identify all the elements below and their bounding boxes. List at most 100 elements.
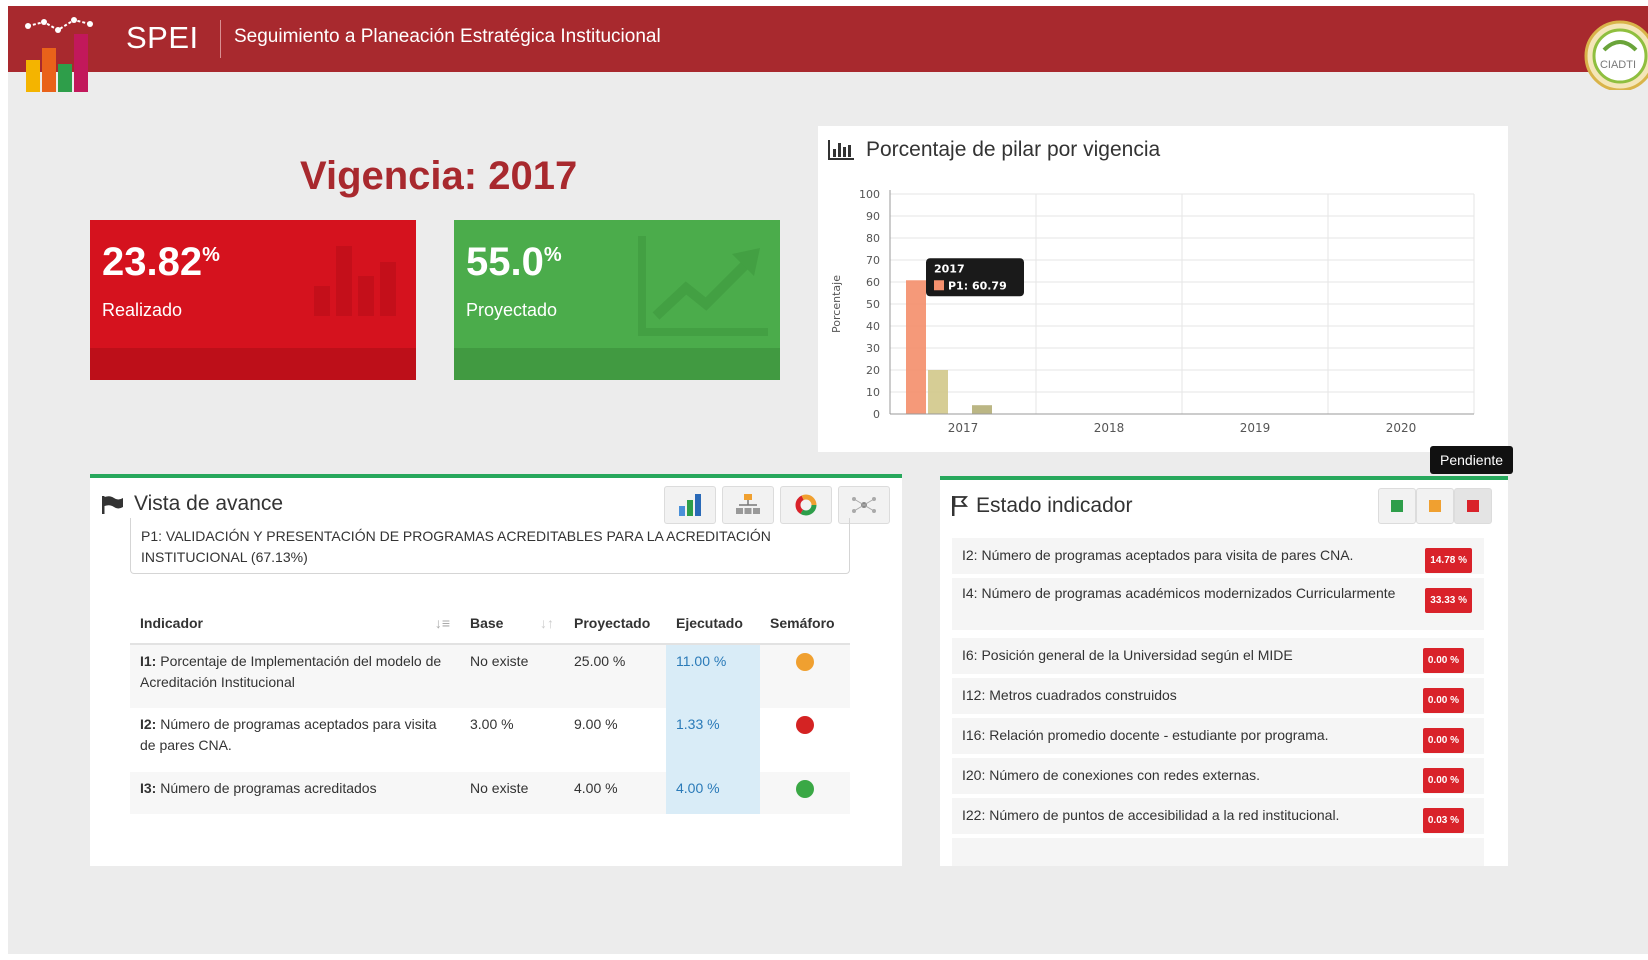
column-header-indicador[interactable]: Indicador ↓≡ (130, 602, 460, 645)
list-item[interactable]: I16: Relación promedio docente - estudia… (952, 718, 1484, 754)
square-icon (1429, 500, 1441, 512)
status-dot (796, 716, 814, 734)
y-tick-label: 80 (866, 232, 880, 245)
ejecutado-cell: 11.00 % (666, 644, 760, 708)
ejecutado-cell: 1.33 % (666, 708, 760, 772)
ciadti-logo: CIADTI (1584, 20, 1648, 90)
chart-tooltip-title: 2017 (934, 262, 965, 275)
x-tick-label: 2019 (1240, 421, 1271, 435)
filter-orange-button[interactable] (1416, 488, 1454, 524)
x-tick-label: 2018 (1094, 421, 1125, 435)
kpi-proyectado: 55.0% Proyectado (454, 220, 780, 380)
hierarchy-icon (736, 494, 760, 514)
percent-badge: 0.00 % (1422, 728, 1464, 753)
list-item[interactable]: I20: Número de conexiones con redes exte… (952, 758, 1484, 794)
estado-indicador-panel: Estado indicador I2: Número de programas… (940, 476, 1508, 866)
chart-bar (906, 280, 926, 414)
percent-badge: 0.00 % (1422, 688, 1464, 713)
chart-tooltip-value: P1: 60.79 (948, 279, 1007, 292)
indicator-cell: I3: Número de programas acreditados (130, 772, 460, 814)
semaforo-cell (760, 644, 850, 708)
filter-red-button[interactable] (1454, 488, 1492, 524)
list-item[interactable]: I4: Número de programas académicos moder… (952, 578, 1484, 630)
sort-icon[interactable]: ↓↑ (540, 615, 554, 631)
kpi-proyectado-value: 55.0% (466, 240, 562, 284)
pendiente-tooltip: Pendiente (1430, 446, 1514, 474)
square-icon (1467, 500, 1479, 512)
network-icon (852, 497, 876, 513)
list-item[interactable]: I22: Número de puntos de accesibilidad a… (952, 798, 1484, 834)
semaforo-cell (760, 772, 850, 814)
proyectado-cell: 4.00 % (564, 772, 666, 814)
kpi-proyectado-footer[interactable] (454, 348, 780, 380)
proyectado-cell: 25.00 % (564, 644, 666, 708)
percent-badge: 0.03 % (1422, 808, 1464, 833)
kpi-realizado-label: Realizado (102, 300, 183, 320)
x-tick-label: 2017 (948, 421, 979, 435)
column-header-ejecutado[interactable]: Ejecutado (666, 602, 760, 645)
kpi-realizado-value: 23.82% (102, 240, 220, 284)
pillar-description: P1: VALIDACIÓN Y PRESENTACIÓN DE PROGRAM… (130, 518, 850, 574)
bar-chart-icon (314, 246, 396, 316)
filter-green-button[interactable] (1378, 488, 1416, 524)
list-item[interactable]: I6: Posición general de la Universidad s… (952, 638, 1484, 674)
chart-bar (928, 370, 948, 414)
percent-badge: 33.33 % (1425, 588, 1472, 613)
percent-badge: 0.00 % (1422, 648, 1464, 673)
indicator-cell: I1: Porcentaje de Implementación del mod… (130, 644, 460, 708)
y-tick-label: 30 (866, 342, 880, 355)
ejecutado-cell: 4.00 % (666, 772, 760, 814)
vigencia-title: Vigencia: 2017 (300, 154, 578, 198)
column-header-semaforo[interactable]: Semáforo (760, 602, 850, 645)
status-dot (796, 780, 814, 798)
semaforo-cell (760, 708, 850, 772)
donut-chart-icon (795, 494, 817, 516)
y-tick-label: 50 (866, 298, 880, 311)
vista-avance-panel: Vista de avance P1: VALIDACIÓN Y PRESENT… (90, 474, 902, 866)
y-tick-label: 40 (866, 320, 880, 333)
percent-badge: 0.00 % (1422, 768, 1464, 793)
y-tick-label: 100 (859, 188, 880, 201)
flag-icon (952, 496, 968, 516)
chart-panel: Porcentaje de pilar por vigencia 0 10 20 30… (818, 126, 1508, 452)
square-icon (1391, 500, 1403, 512)
bar-chart-icon (679, 494, 701, 516)
percent-badge: 14.78 % (1425, 548, 1472, 573)
chart-tooltip-swatch (934, 280, 944, 291)
y-tick-label: 60 (866, 276, 880, 289)
pillar-bar-chart[interactable]: 01020304050607080901002017 2018 2019 2020Po… (818, 126, 1508, 452)
x-tick-label: 2020 (1386, 421, 1417, 435)
kpi-realizado-footer[interactable] (90, 348, 416, 380)
table-row[interactable]: I1: Porcentaje de Implementación del mod… (130, 644, 850, 708)
trend-up-icon (638, 236, 768, 336)
column-header-proyectado[interactable]: Proyectado (564, 602, 666, 645)
list-item (952, 838, 1484, 866)
y-tick-label: 70 (866, 254, 880, 267)
list-item[interactable]: I12: Metros cuadrados construidos 0.00 % (952, 678, 1484, 714)
base-cell: No existe (460, 644, 564, 708)
vista-avance-title: Vista de avance (134, 492, 284, 515)
indicator-table: Indicador ↓≡ Base ↓↑ Proyectado Ejecutado … (130, 602, 850, 814)
sort-icon[interactable]: ↓≡ (435, 615, 450, 631)
flag-icon (102, 496, 123, 514)
indicator-cell: I2: Número de programas aceptados para v… (140, 716, 437, 753)
app-subtitle: Seguimiento a Planeación Estratégica Ins… (234, 26, 661, 47)
proyectado-cell: 9.00 % (574, 716, 618, 732)
column-header-base[interactable]: Base ↓↑ (460, 602, 564, 645)
table-header-row: Indicador ↓≡ Base ↓↑ Proyectado Ejecutado … (130, 602, 850, 645)
list-item[interactable]: I2: Número de programas aceptados para v… (952, 538, 1484, 574)
status-dot (796, 653, 814, 671)
app-brand: SPEI (126, 20, 199, 55)
y-tick-label: 10 (866, 386, 880, 399)
base-cell: No existe (460, 772, 564, 814)
chart-bar (972, 405, 992, 414)
table-row[interactable]: I2: Número de programas aceptados para v… (130, 708, 850, 772)
estado-indicador-title: Estado indicador (976, 494, 1133, 517)
app-logo[interactable] (22, 12, 98, 96)
dashboard-page: SPEI Seguimiento a Planeación Estratégic… (8, 6, 1648, 954)
table-row[interactable]: I3: Número de programas acreditados No e… (130, 772, 850, 814)
y-axis-label: Porcentaje (830, 275, 843, 333)
kpi-proyectado-label: Proyectado (466, 300, 558, 320)
header-divider (220, 20, 221, 58)
y-tick-label: 90 (866, 210, 880, 223)
